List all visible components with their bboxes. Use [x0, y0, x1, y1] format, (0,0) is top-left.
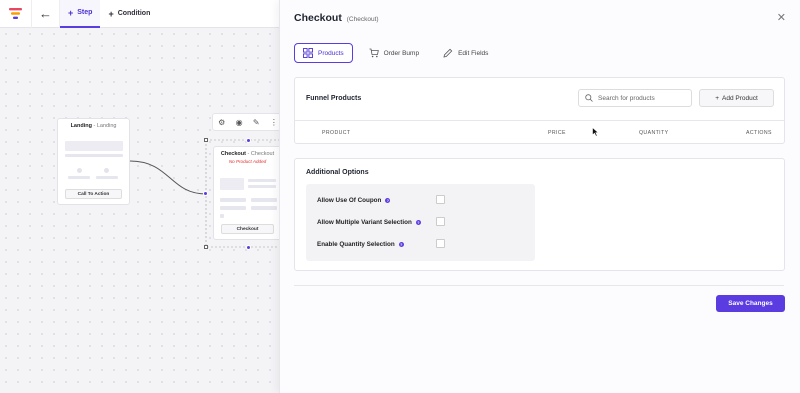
- tab-products-label: Products: [318, 49, 344, 57]
- left-handle[interactable]: [203, 191, 208, 196]
- landing-node-title: Landing - Landing: [70, 123, 117, 129]
- checkout-node-button[interactable]: Checkout: [221, 224, 274, 234]
- option-label: Allow Use Of Coupon: [317, 196, 382, 204]
- products-table-header: PRODUCT PRICE QUANTITY ACTIONS: [295, 120, 784, 145]
- column-actions: ACTIONS: [746, 130, 772, 136]
- more-vertical-icon[interactable]: ⋮: [270, 118, 278, 127]
- landing-node-type: Landing: [96, 123, 117, 129]
- gear-icon[interactable]: ⚙: [218, 118, 225, 127]
- info-icon[interactable]: ?: [415, 219, 421, 225]
- tab-order-bump[interactable]: Order Bump: [361, 43, 427, 63]
- additional-options-card: Additional Options Allow Use Of Coupon ?…: [294, 158, 785, 271]
- tab-order-bump-label: Order Bump: [383, 49, 420, 57]
- panel-title: Checkout (Checkout): [294, 12, 379, 24]
- landing-node-name: Landing: [70, 123, 92, 129]
- checkout-node-type: Checkout: [250, 151, 275, 157]
- bottom-handle[interactable]: [246, 245, 251, 250]
- panel-title-text: Checkout: [294, 12, 342, 24]
- flow-canvas[interactable]: Landing - Landing Call To Action ⚙ ◉ ✎ ⋮…: [0, 28, 284, 393]
- add-product-button[interactable]: + Add Product: [699, 89, 774, 107]
- node-toolbar: ⚙ ◉ ✎ ⋮: [212, 113, 284, 131]
- product-search[interactable]: Search for products: [578, 89, 692, 107]
- tab-condition-label: Condition: [117, 10, 151, 17]
- info-icon[interactable]: ?: [398, 241, 404, 247]
- checkout-node-title: Checkout - Checkout: [220, 151, 275, 157]
- tab-edit-fields-label: Edit Fields: [458, 49, 489, 57]
- info-icon[interactable]: ?: [385, 197, 391, 203]
- top-handle[interactable]: [246, 138, 251, 143]
- coupon-checkbox[interactable]: [436, 195, 445, 204]
- resize-handle-tl[interactable]: [204, 138, 208, 142]
- search-input[interactable]: Search for products: [598, 95, 655, 102]
- edit-icon: [443, 48, 453, 58]
- builder-topbar: ← + Step + Condition: [0, 0, 280, 28]
- plus-icon: +: [715, 94, 719, 102]
- panel-tabs: Products Order Bump Edit Fields: [294, 43, 496, 63]
- option-label: Enable Quantity Selection: [317, 240, 395, 248]
- tab-edit-fields[interactable]: Edit Fields: [435, 43, 496, 63]
- multiple-variant-checkbox[interactable]: [436, 217, 445, 226]
- plus-icon: +: [68, 7, 74, 18]
- options-list: Allow Use Of Coupon ? Allow Multiple Var…: [306, 184, 535, 261]
- checkout-settings-panel: Checkout (Checkout) ✕ Products Order Bum…: [279, 0, 800, 393]
- tab-step-label: Step: [77, 9, 93, 16]
- funnel-products-title: Funnel Products: [306, 95, 362, 102]
- tab-condition[interactable]: + Condition: [100, 0, 158, 28]
- landing-node-button[interactable]: Call To Action: [65, 189, 122, 199]
- mouse-cursor-icon: [592, 127, 599, 137]
- option-allow-coupon: Allow Use Of Coupon ?: [317, 194, 391, 206]
- pencil-icon[interactable]: ✎: [253, 118, 260, 127]
- back-button[interactable]: ←: [32, 0, 60, 28]
- tab-products[interactable]: Products: [294, 43, 353, 63]
- option-label: Allow Multiple Variant Selection: [317, 218, 412, 226]
- resize-handle-bl[interactable]: [204, 245, 208, 249]
- option-multiple-variant: Allow Multiple Variant Selection ?: [317, 216, 421, 228]
- landing-node[interactable]: Landing - Landing Call To Action: [57, 118, 130, 205]
- column-product: PRODUCT: [322, 130, 351, 136]
- column-quantity: QUANTITY: [639, 130, 669, 136]
- quantity-selection-checkbox[interactable]: [436, 239, 445, 248]
- plus-icon: +: [108, 8, 114, 19]
- add-product-label: Add Product: [722, 94, 758, 102]
- save-changes-button[interactable]: Save Changes: [716, 295, 785, 312]
- checkout-node[interactable]: Checkout - Checkout No Product Added Che…: [213, 146, 282, 240]
- logo-icon: [9, 8, 22, 19]
- footer-divider: [294, 285, 784, 286]
- app-logo[interactable]: [0, 0, 32, 28]
- option-quantity-selection: Enable Quantity Selection ?: [317, 238, 404, 250]
- panel-subtitle: (Checkout): [346, 16, 379, 23]
- additional-options-title: Additional Options: [306, 169, 369, 176]
- eye-icon[interactable]: ◉: [236, 118, 243, 127]
- arrow-left-icon: ←: [39, 6, 52, 21]
- column-price: PRICE: [548, 130, 566, 136]
- funnel-products-card: Funnel Products Search for products + Ad…: [294, 77, 785, 144]
- tab-step[interactable]: + Step: [60, 0, 101, 28]
- no-product-warning: No Product Added: [228, 159, 267, 164]
- checkout-node-name: Checkout: [220, 151, 246, 157]
- close-icon[interactable]: ✕: [777, 11, 786, 24]
- search-icon: [585, 94, 593, 102]
- grid-icon: [303, 48, 313, 58]
- cart-icon: [369, 48, 379, 58]
